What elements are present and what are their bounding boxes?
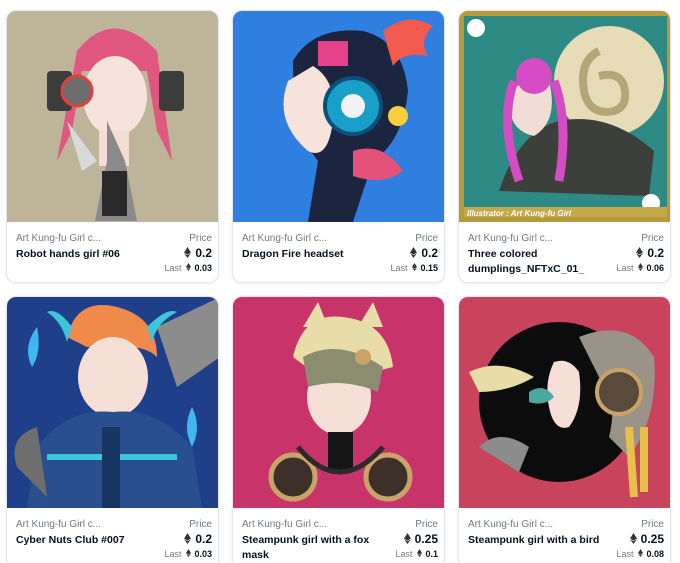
last-amount: 0.15 — [420, 263, 438, 273]
price-label: Price — [415, 233, 438, 244]
nft-name[interactable]: Three colored dumplings_NFTxC_01_ — [468, 247, 618, 277]
eth-icon — [186, 549, 192, 557]
eth-icon — [638, 263, 644, 271]
last-amount: 0.03 — [194, 263, 212, 273]
eth-icon — [403, 533, 411, 544]
nft-card[interactable]: Illustrator : Art Kung-fu Girl Art Kung-… — [458, 10, 671, 283]
last-label: Last — [395, 549, 413, 559]
nft-card[interactable]: Art Kung-fu Girl c... Dragon Fire headse… — [232, 10, 445, 283]
nft-artwork[interactable] — [459, 297, 670, 508]
nft-card[interactable]: Art Kung-fu Girl c... Robot hands girl #… — [6, 10, 219, 283]
eth-icon — [184, 247, 192, 258]
eth-icon — [186, 263, 192, 271]
nft-name[interactable]: Cyber Nuts Club #007 — [16, 533, 166, 548]
artwork-cyber-nuts-club — [7, 297, 218, 508]
price-value: 0.25 — [629, 532, 664, 546]
last-sale: Last 0.03 — [164, 263, 212, 273]
price-label: Price — [189, 519, 212, 530]
price-amount: 0.2 — [195, 532, 212, 546]
price-label: Price — [641, 519, 664, 530]
last-sale: Last 0.1 — [395, 549, 438, 559]
collection-name[interactable]: Art Kung-fu Girl c... — [242, 519, 382, 530]
collection-name[interactable]: Art Kung-fu Girl c... — [16, 519, 156, 530]
price-amount: 0.2 — [421, 246, 438, 260]
artwork-steampunk-bird — [459, 297, 670, 508]
price-value: 0.2 — [184, 246, 212, 260]
collection-name[interactable]: Art Kung-fu Girl c... — [468, 519, 608, 530]
price-amount: 0.2 — [195, 246, 212, 260]
last-amount: 0.03 — [194, 549, 212, 559]
last-amount: 0.08 — [646, 549, 664, 559]
nft-card[interactable]: Art Kung-fu Girl c... Steampunk girl wit… — [232, 296, 445, 563]
nft-artwork[interactable] — [7, 297, 218, 508]
price-label: Price — [189, 233, 212, 244]
nft-artwork[interactable] — [233, 297, 444, 508]
price-value: 0.25 — [403, 532, 438, 546]
eth-icon — [629, 533, 637, 544]
last-sale: Last 0.15 — [390, 263, 438, 273]
price-value: 0.2 — [410, 246, 438, 260]
nft-artwork[interactable] — [7, 11, 218, 222]
eth-icon — [636, 247, 644, 258]
eth-icon — [417, 549, 423, 557]
price-label: Price — [641, 233, 664, 244]
nft-info: Art Kung-fu Girl c... Dragon Fire headse… — [233, 222, 444, 282]
last-label: Last — [616, 263, 634, 273]
eth-icon — [638, 549, 644, 557]
price-value: 0.2 — [636, 246, 664, 260]
artwork-robot-hands-girl — [7, 11, 218, 222]
artwork-caption: Illustrator : Art Kung-fu Girl — [467, 209, 572, 218]
nft-name[interactable]: Robot hands girl #06 — [16, 247, 166, 262]
last-amount: 0.06 — [646, 263, 664, 273]
price-amount: 0.25 — [640, 532, 664, 546]
last-sale: Last 0.03 — [164, 549, 212, 559]
price-amount: 0.2 — [647, 246, 664, 260]
collection-name[interactable]: Art Kung-fu Girl c... — [16, 233, 156, 244]
nft-name[interactable]: Dragon Fire headset — [242, 247, 392, 262]
nft-name[interactable]: Steampunk girl with a fox mask — [242, 533, 392, 563]
artwork-dragon-fire-headset — [233, 11, 444, 222]
nft-info: Art Kung-fu Girl c... Cyber Nuts Club #0… — [7, 508, 218, 563]
eth-icon — [184, 533, 192, 544]
nft-artwork[interactable] — [233, 11, 444, 222]
nft-name[interactable]: Steampunk girl with a bird — [468, 533, 618, 548]
eth-icon — [410, 247, 418, 258]
last-amount: 0.1 — [425, 549, 438, 559]
nft-artwork[interactable]: Illustrator : Art Kung-fu Girl — [459, 11, 670, 222]
last-label: Last — [390, 263, 408, 273]
nft-info: Art Kung-fu Girl c... Robot hands girl #… — [7, 222, 218, 282]
price-amount: 0.25 — [414, 532, 438, 546]
nft-card[interactable]: Art Kung-fu Girl c... Steampunk girl wit… — [458, 296, 671, 563]
last-label: Last — [164, 263, 182, 273]
nft-info: Art Kung-fu Girl c... Steampunk girl wit… — [233, 508, 444, 563]
last-label: Last — [616, 549, 634, 559]
eth-icon — [412, 263, 418, 271]
last-sale: Last 0.08 — [616, 549, 664, 559]
price-label: Price — [415, 519, 438, 530]
nft-grid: Art Kung-fu Girl c... Robot hands girl #… — [0, 0, 680, 563]
nft-info: Art Kung-fu Girl c... Steampunk girl wit… — [459, 508, 670, 563]
collection-name[interactable]: Art Kung-fu Girl c... — [242, 233, 382, 244]
artwork-three-colored-dumplings: Illustrator : Art Kung-fu Girl — [459, 11, 670, 222]
artwork-steampunk-fox-mask — [233, 297, 444, 508]
last-label: Last — [164, 549, 182, 559]
collection-name[interactable]: Art Kung-fu Girl c... — [468, 233, 608, 244]
price-value: 0.2 — [184, 532, 212, 546]
last-sale: Last 0.06 — [616, 263, 664, 273]
nft-info: Art Kung-fu Girl c... Three colored dump… — [459, 222, 670, 282]
nft-card[interactable]: Art Kung-fu Girl c... Cyber Nuts Club #0… — [6, 296, 219, 563]
